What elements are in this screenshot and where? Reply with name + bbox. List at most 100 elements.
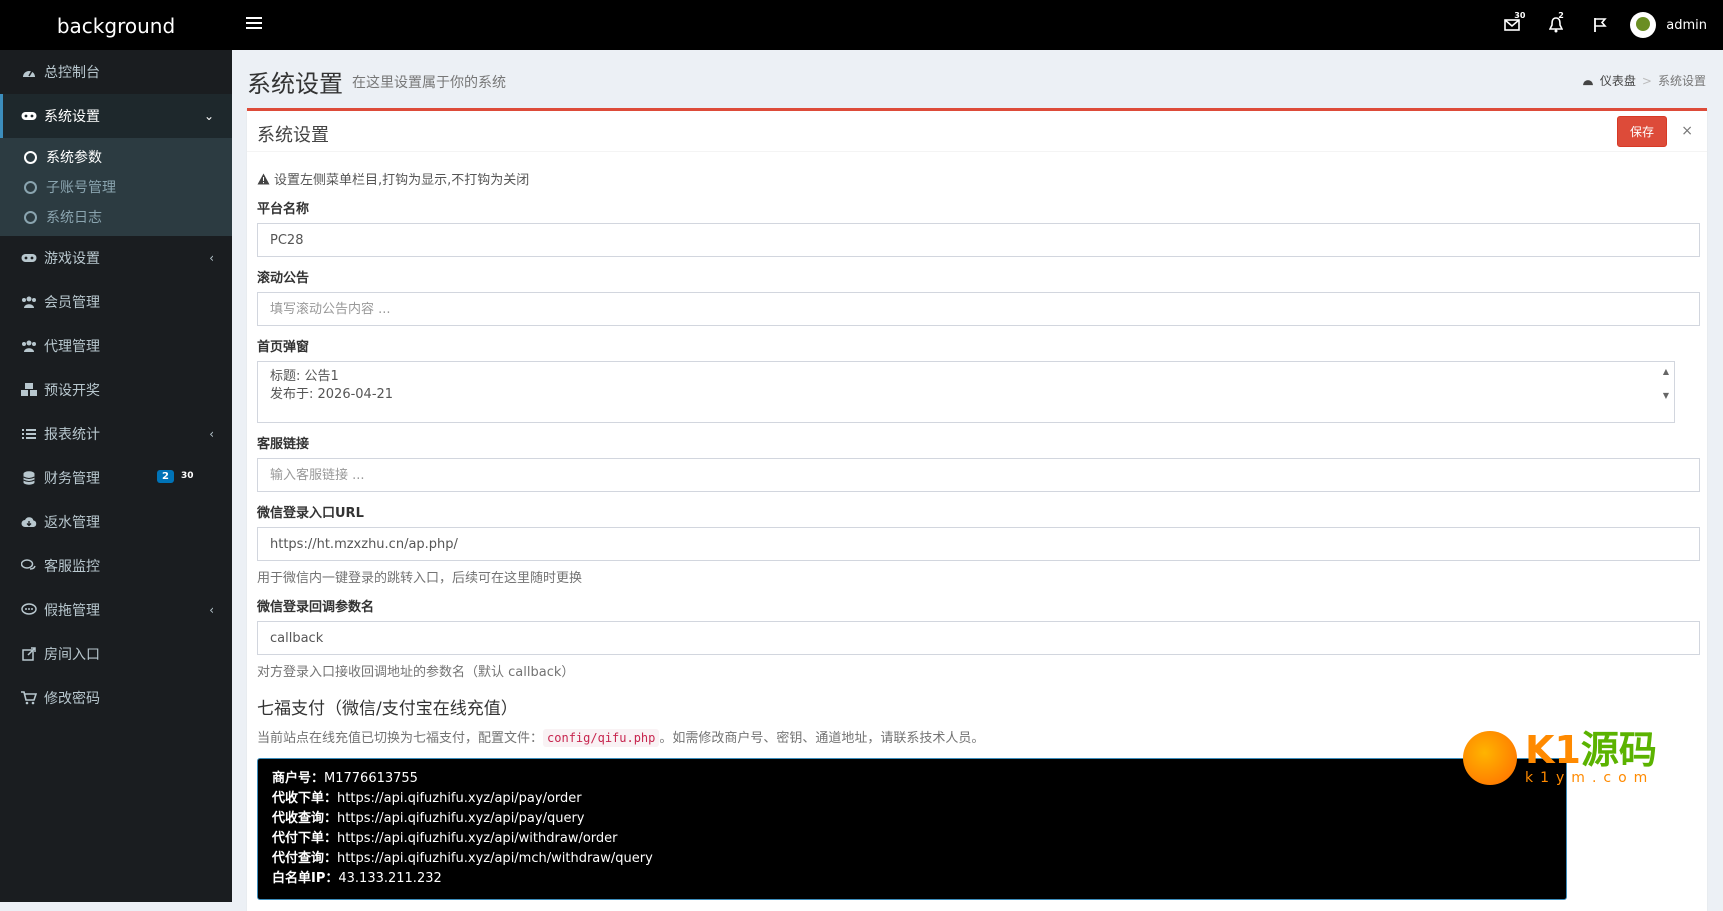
sidebar-item-room-entry[interactable]: 房间入口 (0, 632, 232, 676)
bell-count: 2 (1558, 11, 1564, 20)
sidebar-item-label: 修改密码 (44, 691, 100, 707)
textarea-scrollbar[interactable]: ▲ ▼ (1660, 366, 1672, 402)
sidebar-item-label: 游戏设置 (44, 251, 100, 267)
dashboard-icon (1582, 79, 1593, 85)
box-header: 系统设置 保存 × (247, 111, 1707, 152)
sidebar-item-label: 代理管理 (44, 339, 100, 355)
sidebar-item-label: 总控制台 (44, 65, 100, 81)
wechat-callback-field[interactable] (257, 621, 1700, 655)
database-icon (20, 471, 38, 485)
watermark-url: k1ym.com (1525, 770, 1655, 786)
cart-icon (20, 691, 38, 705)
wechat-callback-label: 微信登录回调参数名 (257, 600, 375, 615)
menu-hint: 设置左侧菜单栏目,打钩为显示,不打钩为关闭 (257, 169, 1698, 188)
qifu-line: 代付查询：https://api.qifuzhifu.xyz/api/mch/w… (272, 849, 1552, 869)
content-header: 系统设置 在这里设置属于你的系统 仪表盘 > 系统设置 (232, 50, 1723, 106)
qifu-line-value: https://api.qifuzhifu.xyz/api/mch/withdr… (337, 851, 653, 866)
comments-icon (20, 559, 38, 573)
box-title: 系统设置 (257, 125, 329, 146)
sidebar-item-change-password[interactable]: 修改密码 (0, 676, 232, 720)
user-name: admin (1666, 17, 1707, 33)
wechat-login-url-label: 微信登录入口URL (257, 506, 364, 521)
breadcrumb-home[interactable]: 仪表盘 (1600, 72, 1636, 89)
breadcrumb: 仪表盘 > 系统设置 (1582, 72, 1706, 89)
brand-logo[interactable]: background (0, 0, 232, 50)
sidebar-item-members[interactable]: 会员管理 (0, 280, 232, 324)
breadcrumb-separator: > (1641, 73, 1652, 88)
qifu-config-block: 商户号：M1776613755 代收下单：https://api.qifuzhi… (257, 758, 1567, 900)
save-button[interactable]: 保存 (1616, 116, 1667, 147)
sidebar-item-system-settings[interactable]: 系统设置 ⌄ (0, 94, 232, 138)
wechat-login-url-field[interactable] (257, 527, 1700, 561)
sidebar-item-label: 返水管理 (44, 515, 100, 531)
avatar (1630, 12, 1657, 38)
qifu-line-value: https://api.qifuzhifu.xyz/api/pay/order (337, 791, 582, 806)
sidebar-item-dashboard[interactable]: 总控制台 (0, 50, 232, 94)
sidebar-item-label: 客服监控 (44, 559, 100, 575)
bell-icon[interactable]: 2 (1534, 0, 1578, 50)
qifu-line-key: 商户号： (272, 771, 325, 786)
menu-toggle-icon[interactable] (246, 17, 262, 31)
sidebar-subitem-system-log[interactable]: 系统日志 (0, 202, 232, 232)
gamepad-icon (20, 111, 38, 121)
sidebar-item-cs-monitor[interactable]: 客服监控 (0, 544, 232, 588)
cloud-download-icon (20, 516, 38, 528)
qifu-desc-after: 。如需修改商户号、密钥、通道地址，请联系技术人员。 (659, 731, 985, 746)
mail-icon[interactable]: 30 (1490, 0, 1534, 50)
circle-icon (24, 180, 37, 194)
sidebar-item-finance[interactable]: 财务管理 2 30 (0, 456, 232, 500)
qifu-line-value: https://api.qifuzhifu.xyz/api/withdraw/o… (337, 831, 618, 846)
qifu-config-file: config/qifu.php (543, 729, 660, 747)
sidebar-item-agents[interactable]: 代理管理 (0, 324, 232, 368)
qifu-line-key: 代付查询： (272, 851, 338, 866)
sidebar-item-label: 系统设置 (44, 109, 100, 125)
chevron-left-icon: ‹ (209, 251, 214, 265)
platform-name-label: 平台名称 (257, 202, 310, 217)
user-menu[interactable]: admin (1622, 0, 1723, 50)
qifu-line: 代收下单：https://api.qifuzhifu.xyz/api/pay/o… (272, 789, 1552, 809)
qifu-heading: 七福支付（微信/支付宝在线充值） (257, 699, 518, 719)
list-icon (20, 428, 38, 440)
finance-badge-blue: 2 (157, 470, 174, 483)
top-navbar: background 30 2 admin (0, 0, 1723, 50)
chevron-left-icon: ‹ (209, 603, 214, 617)
home-popup-textarea[interactable]: 标题: 公告1 发布于: 2026-04-21 ▲ ▼ (257, 361, 1675, 423)
chevron-left-icon: ‹ (209, 427, 214, 441)
users-icon (20, 296, 38, 308)
share-square-icon (20, 647, 38, 661)
sidebar-item-preset-draw[interactable]: 预设开奖 (0, 368, 232, 412)
sidebar-item-label: 预设开奖 (44, 383, 100, 399)
qifu-line: 代付下单：https://api.qifuzhifu.xyz/api/withd… (272, 829, 1552, 849)
breadcrumb-current: 系统设置 (1657, 74, 1706, 88)
qifu-desc-before: 当前站点在线充值已切换为七福支付，配置文件： (257, 731, 544, 746)
watermark-text: K1源码 (1525, 728, 1657, 772)
sidebar-item-label: 会员管理 (44, 295, 100, 311)
qifu-line-key: 代付下单： (272, 831, 338, 846)
flag-icon[interactable] (1578, 0, 1622, 50)
circle-icon (24, 210, 37, 224)
home-popup-label: 首页弹窗 (257, 340, 310, 355)
scroll-notice-field[interactable] (257, 292, 1700, 326)
sidebar-subitem-system-params[interactable]: 系统参数 (0, 142, 232, 172)
page-subtitle: 在这里设置属于你的系统 (352, 75, 506, 91)
qifu-line-value: 43.133.211.232 (338, 871, 442, 886)
sidebar-item-game-settings[interactable]: 游戏设置 ‹ (0, 236, 232, 280)
qifu-line: 商户号：M1776613755 (272, 769, 1552, 789)
sidebar: 总控制台 系统设置 ⌄ 系统参数 子账号管理 系统日志 游戏设置 ‹ 会员管理 … (0, 50, 232, 902)
sidebar-item-fake-bots[interactable]: 假拖管理 ‹ (0, 588, 232, 632)
platform-name-field[interactable] (257, 223, 1700, 257)
sidebar-subitem-sub-accounts[interactable]: 子账号管理 (0, 172, 232, 202)
dashboard-icon (20, 66, 38, 78)
sidebar-item-reports[interactable]: 报表统计 ‹ (0, 412, 232, 456)
users-icon (20, 340, 38, 352)
chevron-down-icon: ⌄ (203, 109, 214, 123)
sidebar-item-rebate[interactable]: 返水管理 (0, 500, 232, 544)
page-title: 系统设置 (247, 70, 343, 98)
watermark-emblem-icon (1463, 731, 1517, 785)
sidebar-submenu: 系统参数 子账号管理 系统日志 (0, 138, 232, 236)
comment-dots-icon (20, 603, 38, 617)
qifu-line-value: M1776613755 (324, 771, 418, 786)
menu-hint-text: 设置左侧菜单栏目,打钩为显示,不打钩为关闭 (274, 173, 530, 188)
cs-link-field[interactable] (257, 458, 1700, 492)
close-icon[interactable]: × (1681, 123, 1693, 139)
